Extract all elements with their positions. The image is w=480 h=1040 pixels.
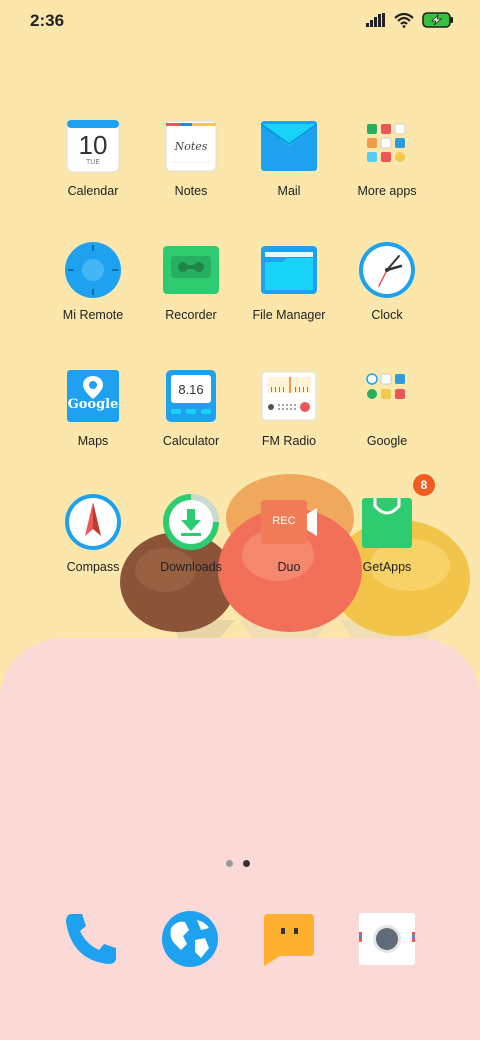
page-indicator[interactable]	[226, 860, 250, 867]
app-label: GetApps	[362, 560, 412, 574]
app-getapps[interactable]: 8 GetApps	[332, 472, 442, 574]
app-downloads[interactable]: Downloads	[136, 494, 246, 574]
wifi-icon	[394, 12, 414, 28]
dock-browser[interactable]	[161, 910, 219, 968]
app-label: Mi Remote	[62, 308, 124, 322]
app-mi-remote[interactable]: Mi Remote	[38, 242, 148, 322]
dock-camera[interactable]	[358, 910, 416, 968]
camera-icon	[359, 913, 415, 965]
app-duo[interactable]: REC Duo	[234, 494, 344, 574]
calendar-icon: 10 TUE	[65, 118, 121, 174]
app-label: Calendar	[67, 184, 119, 198]
app-label: FM Radio	[261, 434, 317, 448]
radio-icon	[261, 368, 317, 424]
dock-phone[interactable]	[62, 910, 120, 968]
maps-icon: Google	[65, 368, 121, 424]
maps-icon-text: Google	[67, 397, 119, 412]
app-file-manager[interactable]: File Manager	[234, 242, 344, 322]
folder-icon	[359, 118, 415, 174]
app-more-apps[interactable]: More apps	[332, 118, 442, 198]
app-label: Google	[366, 434, 408, 448]
app-notes[interactable]: Notes Notes	[136, 118, 246, 198]
clock-icon	[359, 242, 415, 298]
app-label: Notes	[174, 184, 208, 198]
app-label: Clock	[371, 308, 403, 322]
dock-messages[interactable]	[260, 910, 318, 968]
page-dot[interactable]	[226, 860, 233, 867]
duo-icon-text: REC	[272, 515, 296, 527]
folder-icon	[359, 368, 415, 424]
dock-panel	[0, 638, 480, 1040]
browser-icon	[162, 911, 218, 967]
status-time: 2:36	[30, 11, 65, 30]
app-label: Mail	[277, 184, 301, 198]
app-calendar[interactable]: 10 TUE Calendar	[38, 118, 148, 198]
app-label: More apps	[357, 184, 417, 198]
battery-charging-icon	[422, 12, 453, 28]
calendar-weekday: TUE	[86, 159, 100, 166]
file-manager-icon	[261, 242, 317, 298]
app-google[interactable]: Google	[332, 368, 442, 448]
signal-icon	[366, 13, 385, 27]
app-label: Calculator	[162, 434, 220, 448]
phone-icon	[66, 914, 116, 964]
app-recorder[interactable]: Recorder	[136, 242, 246, 322]
app-label: Recorder	[165, 308, 217, 322]
app-calculator[interactable]: 8.16 Calculator	[136, 368, 246, 448]
status-bar: 2:36	[0, 0, 480, 44]
calculator-display: 8.16	[178, 382, 204, 397]
mail-icon	[260, 118, 318, 174]
remote-icon	[65, 242, 121, 298]
status-icons	[366, 12, 454, 28]
app-maps[interactable]: Google Maps	[38, 368, 148, 448]
compass-icon	[65, 494, 121, 550]
notes-icon: Notes	[163, 118, 219, 174]
messages-icon	[264, 914, 314, 966]
calculator-icon: 8.16	[163, 368, 219, 424]
app-fm-radio[interactable]: FM Radio	[234, 368, 344, 448]
notes-icon-text: Notes	[174, 140, 208, 153]
app-label: File Manager	[252, 308, 326, 322]
app-label: Downloads	[160, 560, 222, 574]
calendar-day: 10	[78, 130, 108, 160]
notification-badge: 8	[411, 472, 437, 498]
app-label: Maps	[77, 434, 109, 448]
app-label: Duo	[277, 560, 301, 574]
app-mail[interactable]: Mail	[234, 118, 344, 198]
shopping-bag-icon: 8	[359, 472, 437, 550]
duo-icon: REC	[261, 494, 317, 550]
app-compass[interactable]: Compass	[38, 494, 148, 574]
download-icon	[163, 494, 219, 550]
app-clock[interactable]: Clock	[332, 242, 442, 322]
app-label: Compass	[66, 560, 120, 574]
page-dot-active[interactable]	[243, 860, 250, 867]
recorder-icon	[163, 242, 219, 298]
